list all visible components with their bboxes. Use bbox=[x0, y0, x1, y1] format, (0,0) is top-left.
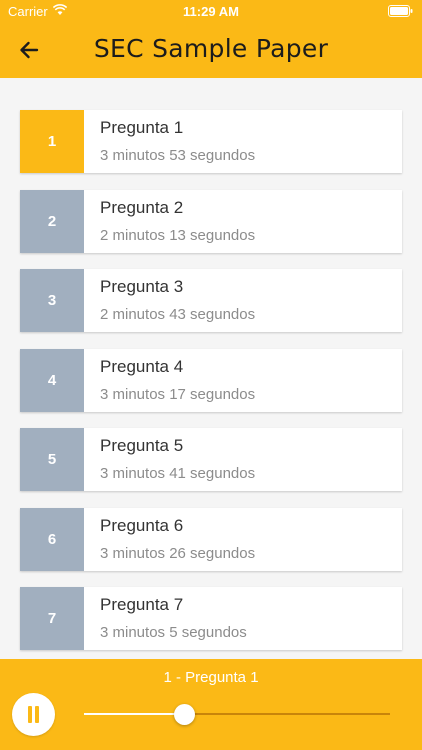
question-row[interactable]: 3 Pregunta 3 2 minutos 43 segundos bbox=[20, 269, 402, 332]
question-number-badge: 4 bbox=[20, 348, 84, 412]
question-number-badge: 2 bbox=[20, 189, 84, 253]
question-duration: 3 minutos 41 segundos bbox=[100, 465, 256, 482]
question-info: Pregunta 7 3 minutos 5 segundos bbox=[84, 587, 247, 650]
question-duration: 3 minutos 26 segundos bbox=[100, 544, 256, 562]
question-title: Pregunta 4 bbox=[100, 356, 184, 376]
question-duration: 3 minutos 53 segundos bbox=[100, 147, 256, 164]
question-info: Pregunta 5 3 minutos 41 segundos bbox=[84, 428, 255, 491]
question-info: Pregunta 3 2 minutos 43 segundos bbox=[84, 269, 255, 332]
question-row[interactable]: 5 Pregunta 5 3 minutos 41 segundos bbox=[20, 428, 402, 491]
question-info: Pregunta 6 3 minutos 26 segundos bbox=[84, 508, 255, 571]
pause-icon bbox=[28, 706, 32, 723]
now-playing-label: 1 - Pregunta 1 bbox=[163, 669, 259, 686]
slider-fill bbox=[84, 713, 185, 715]
progress-slider[interactable] bbox=[84, 702, 390, 726]
question-row[interactable]: 4 Pregunta 4 3 minutos 17 segundos bbox=[20, 348, 402, 412]
status-bar: Carrier 11:29 AM bbox=[0, 0, 422, 22]
page-title: SEC Sample Paper bbox=[93, 34, 329, 63]
slider-thumb[interactable] bbox=[174, 703, 196, 725]
audio-player: 1 - Pregunta 1 bbox=[0, 659, 422, 750]
question-info: Pregunta 4 3 minutos 17 segundos bbox=[84, 349, 255, 412]
question-row[interactable]: 6 Pregunta 6 3 minutos 26 segundos bbox=[20, 507, 402, 571]
question-list: 1 Pregunta 13 minutos 53 segundos 2 Pregunt… bbox=[20, 110, 402, 667]
question-title: Pregunta 3 bbox=[100, 277, 184, 296]
app-header: Carrier 11:29 AM SEC Sample Paper bbox=[0, 0, 422, 78]
question-number-badge: 7 bbox=[20, 587, 84, 650]
question-title: Pregunta 7 bbox=[100, 595, 184, 614]
question-number-badge: 1 bbox=[20, 110, 84, 173]
question-info: Pregunta 1 3 minutos 53 segundos bbox=[84, 110, 255, 173]
question-duration: 3 minutos 5 segundos bbox=[100, 624, 247, 641]
question-row[interactable]: 1 Pregunta 1 3 minutos 53 segundos bbox=[20, 110, 402, 173]
question-row[interactable]: 7 Pregunta 7 3 minutos 5 segundos bbox=[20, 587, 402, 650]
question-number-badge: 6 bbox=[20, 507, 84, 571]
question-title: Pregunta 6 bbox=[100, 515, 184, 535]
battery-icon bbox=[388, 5, 413, 17]
question-number-badge: 5 bbox=[20, 428, 84, 491]
question-title: Pregunta 1 bbox=[100, 118, 184, 137]
status-time: 11:29 AM bbox=[183, 4, 239, 19]
question-number-badge: 3 bbox=[20, 269, 84, 332]
question-duration: 2 minutos 13 segundos bbox=[100, 226, 256, 244]
pause-button[interactable] bbox=[12, 693, 55, 736]
question-info: Pregunta 2 2 minutos 13 segundos bbox=[84, 190, 255, 253]
question-title: Pregunta 2 bbox=[100, 197, 184, 217]
question-title: Pregunta 5 bbox=[100, 436, 184, 455]
question-duration: 2 minutos 43 segundos bbox=[100, 306, 256, 323]
question-row[interactable]: 2 Pregunta 2 2 minutos 13 segundos bbox=[20, 189, 402, 253]
question-duration: 3 minutos 17 segundos bbox=[100, 385, 256, 403]
